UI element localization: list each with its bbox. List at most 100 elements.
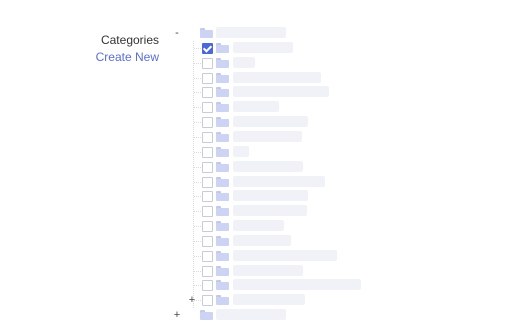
category-checkbox[interactable]: [202, 235, 213, 247]
tree-branch-line: [194, 196, 201, 198]
category-label-placeholder: [233, 205, 307, 217]
tree-branch-line: [194, 181, 201, 183]
categories-label: Categories: [100, 33, 159, 47]
tree-branch-line: [194, 211, 201, 213]
tree-child-node[interactable]: [170, 100, 470, 115]
tree-child-node[interactable]: [170, 71, 470, 86]
folder-icon: [216, 42, 229, 53]
category-label-placeholder: [233, 71, 321, 83]
folder-icon: [216, 206, 229, 217]
category-label-placeholder: [233, 56, 255, 68]
folder-icon: [216, 57, 229, 68]
folder-icon: [200, 28, 213, 38]
tree-branch-line: [194, 151, 201, 153]
tree-branch-line: [194, 47, 201, 49]
tree-child-node[interactable]: [170, 204, 470, 219]
tree-child-node[interactable]: [170, 160, 470, 175]
category-checkbox[interactable]: [202, 191, 213, 203]
folder-icon: [216, 191, 229, 202]
category-checkbox[interactable]: [202, 250, 213, 262]
category-checkbox[interactable]: [202, 117, 213, 129]
tree-branch-line: [194, 226, 201, 228]
category-label-placeholder: [233, 101, 279, 113]
category-label-placeholder: [216, 27, 286, 38]
folder-icon: [216, 72, 229, 83]
folder-icon: [216, 146, 229, 157]
tree-branch-line: [194, 240, 201, 242]
tree-child-node[interactable]: +: [170, 293, 470, 308]
tree-branch-line: [194, 285, 201, 287]
tree-child-node[interactable]: [170, 264, 470, 279]
tree-child-node[interactable]: [170, 56, 470, 71]
folder-icon: [216, 131, 229, 142]
tree-child-node[interactable]: [170, 145, 470, 160]
tree-child-node[interactable]: [170, 249, 470, 264]
tree-branch-line: [194, 166, 201, 168]
folder-icon: [216, 176, 229, 187]
collapse-toggle[interactable]: -: [172, 26, 182, 41]
category-checkbox[interactable]: [202, 221, 213, 233]
folder-icon: [216, 161, 229, 172]
expand-toggle[interactable]: +: [172, 308, 182, 323]
folder-icon: [216, 235, 229, 246]
category-label-placeholder: [233, 175, 325, 187]
create-new-link[interactable]: Create New: [88, 50, 159, 65]
tree-branch-line: [194, 77, 201, 79]
folder-icon: [216, 280, 229, 291]
tree-child-node[interactable]: [170, 189, 470, 204]
tree-child-node[interactable]: [170, 85, 470, 100]
tree-child-node[interactable]: [170, 115, 470, 130]
tree-branch-line: [194, 92, 201, 94]
category-label-placeholder: [233, 294, 305, 306]
category-label-placeholder: [233, 234, 291, 246]
category-label-placeholder: [233, 130, 302, 142]
category-checkbox[interactable]: [202, 42, 213, 54]
tree-child-node[interactable]: [170, 130, 470, 145]
category-checkbox[interactable]: [202, 161, 213, 173]
tree-root-node[interactable]: +: [170, 308, 470, 323]
category-checkbox[interactable]: [202, 146, 213, 158]
category-checkbox[interactable]: [202, 102, 213, 114]
category-checkbox[interactable]: [202, 280, 213, 292]
category-label-placeholder: [233, 249, 337, 261]
tree-child-node[interactable]: [170, 41, 470, 56]
category-label-placeholder: [233, 160, 303, 172]
folder-icon: [216, 295, 229, 306]
folder-icon: [216, 265, 229, 276]
category-checkbox[interactable]: [202, 57, 213, 69]
folder-icon: [216, 117, 229, 128]
category-checkbox[interactable]: [202, 87, 213, 99]
category-checkbox[interactable]: [202, 265, 213, 277]
category-checkbox[interactable]: [202, 72, 213, 84]
tree-branch-line: [194, 270, 201, 272]
category-label-placeholder: [216, 309, 286, 321]
tree-branch-line: [194, 107, 201, 109]
tree-root-node[interactable]: -: [170, 26, 470, 41]
category-label-placeholder: [233, 279, 361, 291]
folder-icon: [216, 102, 229, 113]
folder-icon: [216, 250, 229, 261]
tree-branch-line: [194, 300, 201, 302]
tree-branch-line: [194, 62, 201, 64]
tree-child-node[interactable]: [170, 278, 470, 293]
category-label-placeholder: [233, 220, 284, 232]
category-label-placeholder: [233, 145, 249, 157]
tree-branch-line: [194, 136, 201, 138]
category-label-placeholder: [233, 86, 329, 98]
tree-child-node[interactable]: [170, 234, 470, 249]
category-checkbox[interactable]: [202, 295, 213, 307]
folder-icon: [216, 221, 229, 232]
tree-branch-line: [194, 122, 201, 124]
folder-icon: [200, 310, 213, 321]
categories-field-labels: Categories Create New: [88, 33, 159, 65]
tree-child-node[interactable]: [170, 219, 470, 234]
category-checkbox[interactable]: [202, 206, 213, 218]
folder-icon: [216, 87, 229, 98]
category-tree: - + +: [170, 26, 470, 326]
tree-child-node[interactable]: [170, 175, 470, 190]
category-label-placeholder: [233, 41, 293, 53]
category-label-placeholder: [233, 190, 308, 202]
category-checkbox[interactable]: [202, 131, 213, 143]
category-label-placeholder: [233, 264, 303, 276]
category-checkbox[interactable]: [202, 176, 213, 188]
